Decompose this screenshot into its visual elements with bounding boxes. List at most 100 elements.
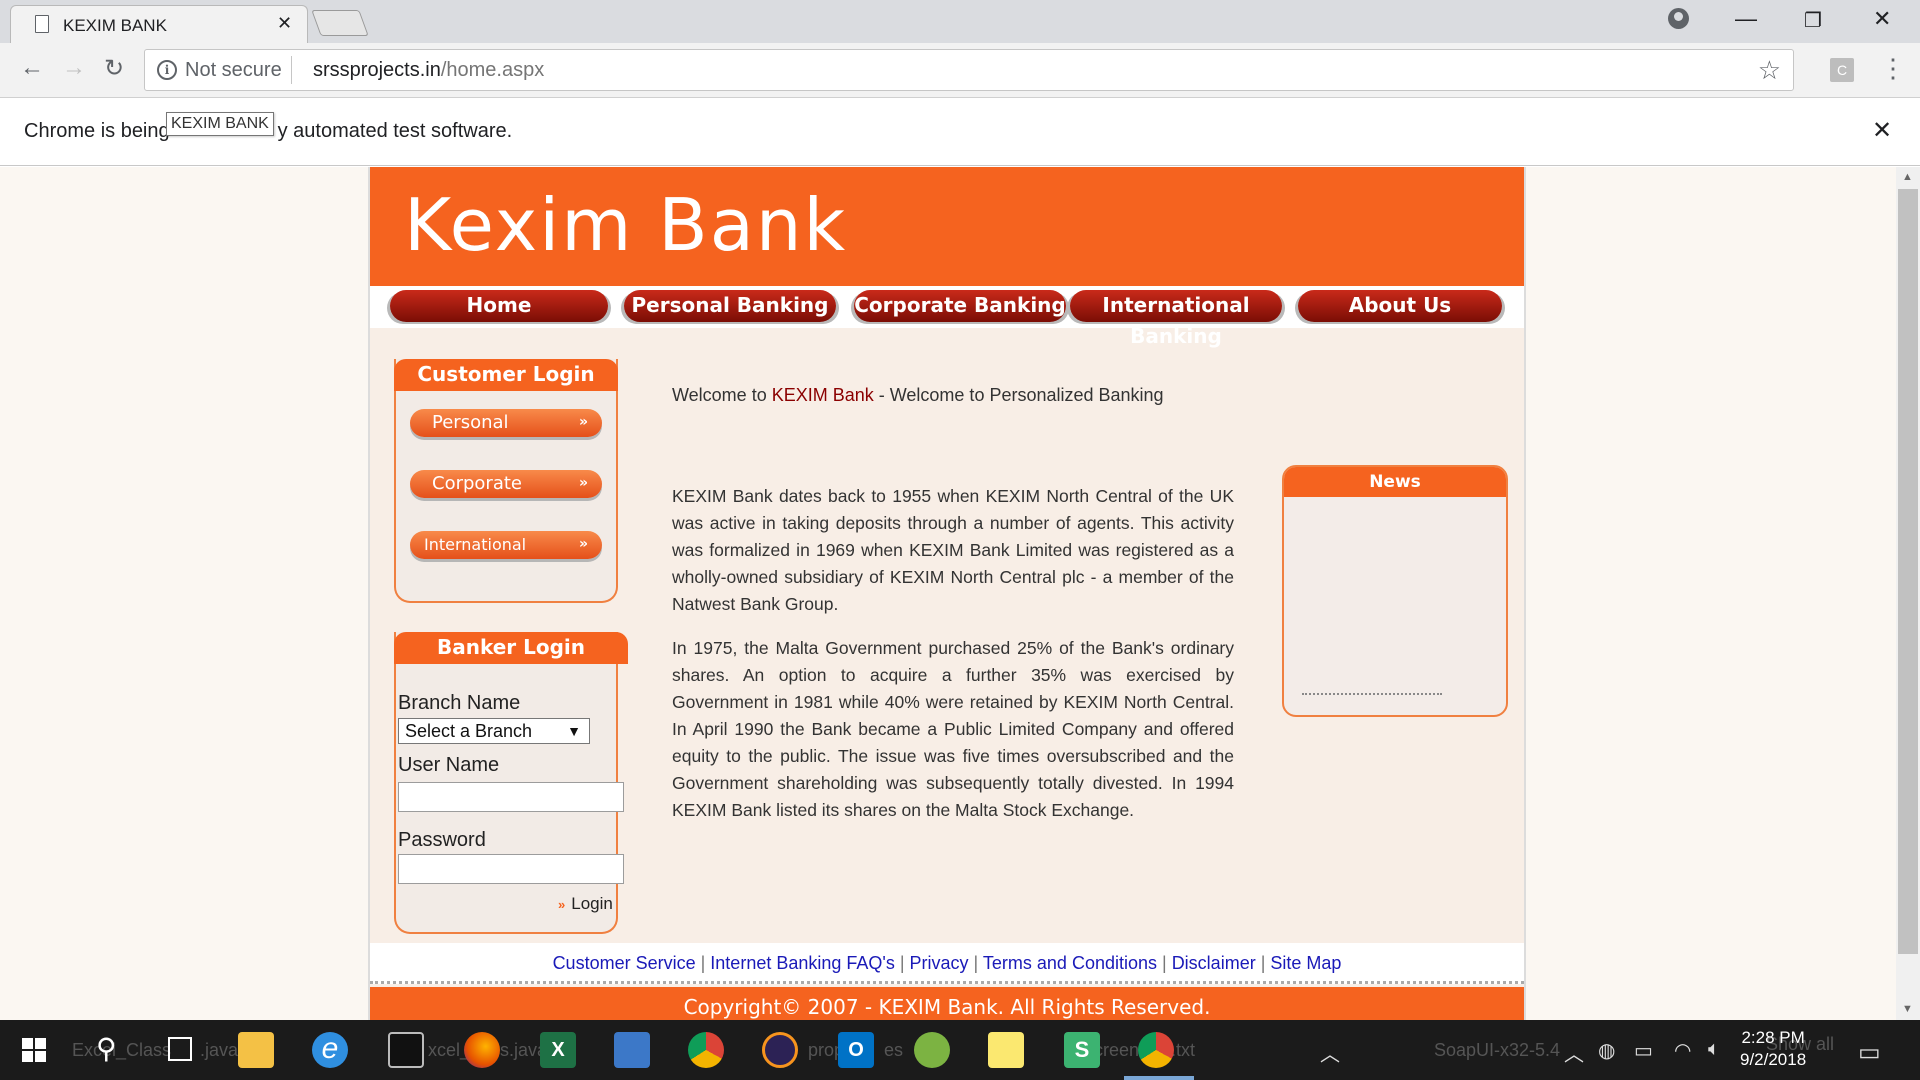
app-window-icon[interactable] <box>614 1032 650 1068</box>
double-arrow-icon: » <box>578 536 588 552</box>
screen: KEXIM BANK ✕ — ❐ ✕ ← → ↻ i Not secure sr… <box>0 0 1920 1080</box>
search-icon[interactable]: ⚲ <box>96 1032 117 1065</box>
tray-overflow-icon[interactable]: ︿ <box>1320 1038 1340 1067</box>
taskbar-ghost-label: creen <box>1094 1040 1140 1060</box>
personal-login-label: Personal <box>432 412 509 433</box>
notifications-icon[interactable]: ▭ <box>1858 1038 1881 1067</box>
footer-link-site-map[interactable]: Site Map <box>1270 953 1341 973</box>
clock-time: 2:28 PM <box>1741 1028 1805 1047</box>
double-arrow-icon: » <box>558 897 566 912</box>
address-bar[interactable]: i Not secure srssprojects.in/home.aspx ☆ <box>144 49 1794 91</box>
restore-icon[interactable]: ❐ <box>1804 8 1822 33</box>
welcome-brand: KEXIM Bank <box>771 385 874 405</box>
android-studio-icon[interactable] <box>914 1032 950 1068</box>
corporate-login-button[interactable]: Corporate » <box>410 470 602 498</box>
footer-link-faq[interactable]: Internet Banking FAQ's <box>710 953 895 973</box>
footer-links: Customer Service | Internet Banking FAQ'… <box>370 943 1524 984</box>
window-close-icon[interactable]: ✕ <box>1873 6 1891 32</box>
outlook-icon[interactable]: O <box>838 1032 874 1068</box>
news-ticker[interactable] <box>1302 693 1442 697</box>
volume-icon[interactable]: 🔈︎ <box>1708 1038 1720 1061</box>
nav-personal-banking[interactable]: Personal Banking <box>624 290 836 322</box>
scroll-up-icon[interactable]: ▲ <box>1902 171 1913 183</box>
footer-link-privacy[interactable]: Privacy <box>910 953 969 973</box>
customer-login-title: Customer Login <box>394 359 618 391</box>
page-scrollbar[interactable]: ▲ ▼ <box>1896 167 1920 1020</box>
soapui-icon[interactable]: S <box>1064 1032 1100 1068</box>
info-icon[interactable]: i <box>157 60 177 80</box>
login-button[interactable]: » Login <box>558 894 613 914</box>
nav-home[interactable]: Home <box>390 290 608 322</box>
windows-start-icon[interactable] <box>22 1038 46 1062</box>
password-input[interactable] <box>398 854 624 884</box>
footer-link-customer-service[interactable]: Customer Service <box>553 953 696 973</box>
branch-select-value: Select a Branch <box>405 721 533 741</box>
file-explorer-icon[interactable] <box>238 1032 274 1068</box>
about-paragraph-2: In 1975, the Malta Government purchased … <box>672 638 1234 820</box>
corporate-login-label: Corporate <box>432 473 522 494</box>
tray-chevron-icon[interactable]: ︿ <box>1564 1038 1584 1067</box>
personal-login-button[interactable]: Personal » <box>410 409 602 437</box>
tab-close-icon[interactable]: ✕ <box>277 13 292 34</box>
banker-login-panel: Banker Login Branch Name Select a Branch… <box>394 632 628 934</box>
url-text[interactable]: srssprojects.in/home.aspx <box>313 59 544 82</box>
infobar-text-after: y automated test software. <box>277 120 513 142</box>
eclipse-icon[interactable] <box>762 1032 798 1068</box>
extension-icon[interactable]: C <box>1830 58 1854 82</box>
internet-explorer-icon[interactable]: e <box>312 1032 348 1068</box>
site-logo-text: Kexim Bank <box>404 183 848 267</box>
copyright-bar: Copyright© 2007 - KEXIM Bank. All Rights… <box>370 987 1524 1020</box>
url-path: /home.aspx <box>440 59 545 81</box>
taskbar: Excel_Class .java xcel_ s.java prop es c… <box>0 1020 1920 1080</box>
password-label: Password <box>398 829 486 851</box>
footer-link-disclaimer[interactable]: Disclaimer <box>1172 953 1256 973</box>
account-icon[interactable] <box>1668 8 1689 29</box>
omnibox-divider <box>291 56 292 84</box>
battery-icon[interactable]: ▭ <box>1634 1038 1653 1063</box>
customer-login-panel: Customer Login Personal » Corporate » Inte… <box>394 359 618 603</box>
footer-link-terms[interactable]: Terms and Conditions <box>983 953 1157 973</box>
username-label: User Name <box>398 754 500 776</box>
branch-select[interactable]: Select a Branch ▼ <box>398 718 590 744</box>
infobar-close-icon[interactable]: ✕ <box>1872 116 1892 145</box>
wifi-icon[interactable]: ◠ <box>1674 1038 1691 1063</box>
username-input[interactable] <box>398 782 624 812</box>
international-login-label: International <box>424 535 527 554</box>
firefox-icon[interactable] <box>464 1032 500 1068</box>
nav-international-banking[interactable]: International Banking <box>1070 290 1282 348</box>
welcome-line: Welcome to KEXIM Bank - Welcome to Perso… <box>672 385 1164 406</box>
menu-icon[interactable]: ⋮ <box>1880 53 1906 84</box>
chrome-active-icon[interactable] <box>1138 1032 1174 1068</box>
minimize-icon[interactable]: — <box>1735 6 1757 32</box>
network-globe-icon[interactable]: ◍ <box>1598 1038 1615 1063</box>
command-prompt-icon[interactable] <box>388 1032 424 1068</box>
dropdown-arrow-icon: ▼ <box>567 723 581 739</box>
back-icon[interactable]: ← <box>20 54 44 82</box>
international-login-button[interactable]: International » <box>410 531 602 559</box>
banker-login-title: Banker Login <box>394 632 628 664</box>
url-host: srssprojects.in <box>313 59 441 81</box>
browser-tab[interactable]: KEXIM BANK ✕ <box>10 5 308 43</box>
chrome-icon[interactable] <box>688 1032 724 1068</box>
security-label[interactable]: Not secure <box>185 59 282 82</box>
about-paragraph-1: KEXIM Bank dates back to 1955 when KEXIM… <box>672 486 1234 614</box>
news-title: News <box>1284 467 1506 497</box>
main-nav: Home Personal Banking Corporate Banking … <box>370 286 1524 348</box>
browser-toolbar: ← → ↻ i Not secure srssprojects.in/home.… <box>0 43 1920 98</box>
taskbar-ghost-label: es <box>884 1040 904 1060</box>
excel-icon[interactable]: X <box>540 1032 576 1068</box>
task-view-icon[interactable] <box>168 1037 192 1061</box>
forward-icon[interactable]: → <box>62 54 86 82</box>
scroll-thumb[interactable] <box>1898 189 1918 954</box>
bookmark-star-icon[interactable]: ☆ <box>1758 55 1781 86</box>
system-clock[interactable]: 2:28 PM 9/2/2018 <box>1740 1027 1806 1071</box>
new-tab-button[interactable] <box>311 10 369 36</box>
page-icon <box>35 15 49 33</box>
sticky-notes-icon[interactable] <box>988 1032 1024 1068</box>
reload-icon[interactable]: ↻ <box>104 54 124 83</box>
scroll-down-icon[interactable]: ▼ <box>1902 1003 1913 1015</box>
nav-corporate-banking[interactable]: Corporate Banking <box>854 290 1066 322</box>
nav-about-us[interactable]: About Us <box>1298 290 1502 322</box>
active-app-indicator <box>1124 1076 1194 1080</box>
double-arrow-icon: » <box>578 475 588 491</box>
